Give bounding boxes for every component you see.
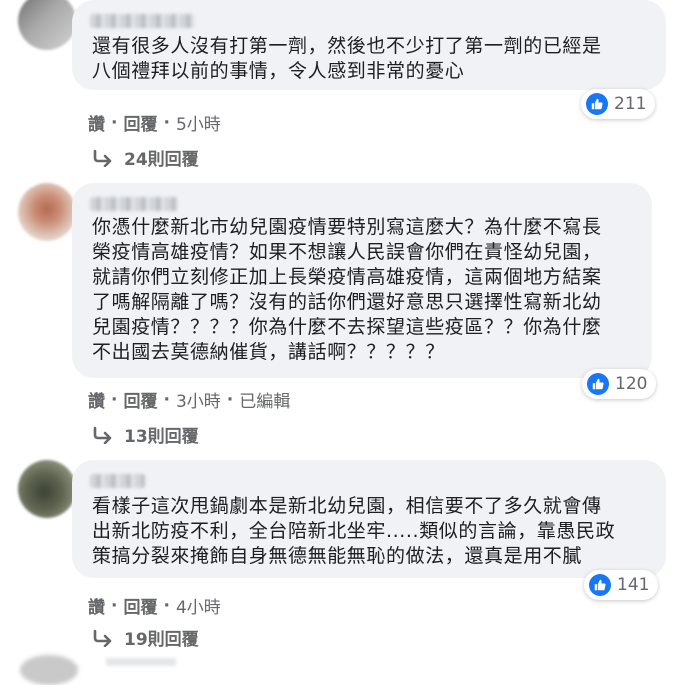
thumbs-up-icon (589, 574, 611, 596)
reply-arrow-icon (93, 629, 112, 647)
reaction-badge[interactable]: 120 (582, 369, 657, 399)
comment-actions: 讚 · 回覆 · 4小時 (88, 593, 221, 619)
avatar[interactable] (18, 183, 76, 241)
separator-dot: · (163, 595, 170, 616)
comment-actions: 讚 · 回覆 · 5小時 (88, 110, 221, 136)
comment-text: 你憑什麼新北市幼兒園疫情要特別寫這麼大？為什麼不寫長 榮疫情高雄疫情？如果不想讓… (92, 216, 602, 363)
comment-bubble: 還有很多人沒有打第一劑，然後也不少打了第一劑的已經是 八個禮拜以前的事情，令人感… (72, 0, 666, 119)
separator-dot: · (163, 112, 170, 133)
reply-link[interactable]: 回覆 (123, 593, 157, 618)
replies-count-label: 13則回覆 (124, 427, 199, 447)
view-replies-link[interactable]: 19則回覆 (92, 625, 199, 650)
separator-dot: · (111, 112, 118, 133)
separator-dot: · (111, 389, 118, 410)
comment-actions: 讚 · 回覆 · 3小時 · 已編輯 (88, 387, 291, 413)
separator-dot: · (226, 389, 234, 410)
comment-bubble: 看樣子這次甩鍋劇本是新北幼兒園，相信要不了多久就會傳 出新北防疫不利，全台陪新北… (72, 460, 666, 600)
view-replies-link[interactable]: 13則回覆 (92, 422, 199, 447)
timestamp[interactable]: 5小時 (176, 110, 221, 135)
thumbs-up-icon (587, 373, 609, 395)
view-replies-link[interactable]: 24則回覆 (92, 145, 199, 170)
reaction-badge[interactable]: 211 (581, 89, 656, 119)
reply-link[interactable]: 回覆 (123, 387, 157, 412)
avatar[interactable] (20, 655, 78, 685)
reaction-count: 141 (617, 575, 650, 595)
like-link[interactable]: 讚 (88, 387, 105, 412)
reply-link[interactable]: 回覆 (123, 110, 157, 135)
avatar[interactable] (18, 0, 76, 50)
author-name-redacted[interactable] (90, 14, 195, 28)
reaction-count: 211 (614, 94, 647, 114)
timestamp[interactable]: 4小時 (176, 593, 221, 618)
thumbs-up-icon (586, 93, 608, 115)
reaction-badge[interactable]: 141 (584, 570, 659, 600)
edited-label: 已編輯 (239, 392, 291, 412)
comment-text: 看樣子這次甩鍋劇本是新北幼兒園，相信要不了多久就會傳 出新北防疫不利，全台陪新北… (92, 495, 616, 567)
author-name-redacted[interactable] (90, 197, 178, 211)
like-link[interactable]: 讚 (88, 593, 105, 618)
replies-count-label: 24則回覆 (124, 150, 199, 170)
comment-text: 還有很多人沒有打第一劑，然後也不少打了第一劑的已經是 八個禮拜以前的事情，令人感… (92, 35, 602, 82)
reply-arrow-icon (93, 149, 112, 167)
timestamp[interactable]: 3小時 (176, 387, 221, 412)
like-link[interactable]: 讚 (88, 110, 105, 135)
comment-bubble: 你憑什麼新北市幼兒園疫情要特別寫這麼大？為什麼不寫長 榮疫情高雄疫情？如果不想讓… (72, 183, 657, 399)
reaction-count: 120 (615, 374, 648, 394)
reply-arrow-icon (93, 426, 112, 444)
separator-dot: · (111, 595, 118, 616)
avatar[interactable] (18, 460, 76, 518)
separator-dot: · (163, 389, 170, 410)
author-name-redacted[interactable] (90, 474, 145, 488)
replies-count-label: 19則回覆 (124, 630, 199, 650)
